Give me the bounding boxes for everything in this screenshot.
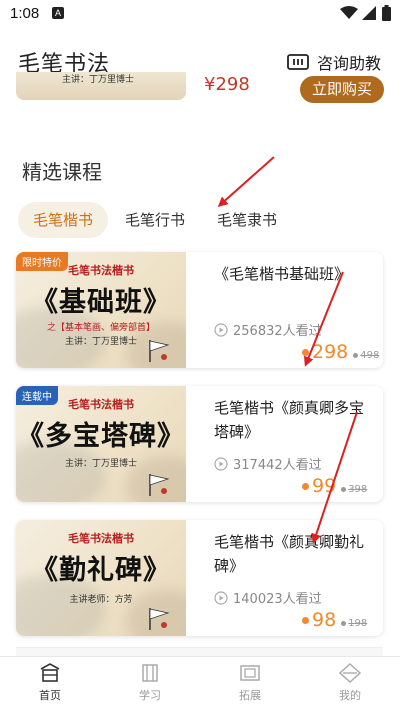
category-tabs: 毛笔楷书 毛笔行书 毛笔隶书 — [18, 202, 294, 238]
course-card[interactable]: 毛笔书法楷书 《基础班》 之【基本笔画、偏旁部首】 主讲：丁万里博士 限时特价 … — [16, 252, 383, 368]
tab-lishu[interactable]: 毛笔隶书 — [202, 202, 292, 238]
views-count: 140023人看过 — [233, 592, 322, 607]
course-price: 99 398 — [302, 475, 367, 497]
current-price: 98 — [312, 609, 337, 631]
calligraphy-flag-decoration — [149, 474, 170, 496]
consult-tutor-button[interactable]: 咨询助教 — [287, 50, 381, 74]
nav-home[interactable]: 首页 — [0, 657, 100, 711]
course-title: 《毛笔楷书基础班》 — [214, 265, 350, 283]
cover-lecturer: 主讲：丁万里博士 — [64, 459, 137, 469]
consult-label: 咨询助教 — [317, 54, 382, 73]
home-icon — [40, 663, 60, 682]
wifi-icon — [340, 6, 358, 19]
course-views: 317442人看过 — [214, 454, 322, 473]
nav-label-home: 首页 — [39, 689, 61, 702]
course-card[interactable]: 毛笔书法楷书 《勤礼碑》 主讲老师：方芳 毛笔楷书《颜真卿勤礼碑》 140023… — [16, 520, 383, 636]
course-price: 298 498 — [302, 341, 379, 363]
nav-study[interactable]: 学习 — [100, 657, 200, 711]
status-bar: 1:08 A — [0, 0, 400, 28]
original-price: 398 — [348, 484, 368, 495]
cover-lecturer: 主讲老师：方芳 — [69, 595, 133, 605]
views-count: 317442人看过 — [233, 458, 322, 473]
play-icon — [214, 590, 228, 605]
current-price: 298 — [312, 341, 349, 363]
status-badge: 连载中 — [16, 386, 58, 405]
play-icon — [214, 456, 228, 471]
course-price: 98 198 — [302, 609, 367, 631]
annotation-arrow — [217, 156, 275, 207]
featured-lecturer-caption: 主讲：丁万里博士 — [62, 75, 135, 85]
tab-xingshu[interactable]: 毛笔行书 — [110, 202, 200, 238]
course-card[interactable]: 毛笔书法楷书 《多宝塔碑》 主讲：丁万里博士 连载中 毛笔楷书《颜真卿多宝塔碑》… — [16, 386, 383, 502]
cover-title: 《多宝塔碑》 — [17, 421, 185, 452]
nav-label-profile: 我的 — [339, 689, 361, 702]
profile-icon — [339, 663, 361, 683]
bottom-navigation: 首页 学习 拓展 我的 — [0, 656, 400, 711]
notification-icon: A — [52, 7, 64, 19]
nav-expand[interactable]: 拓展 — [200, 657, 300, 711]
cover-title: 《基础班》 — [31, 287, 171, 318]
buy-now-button[interactable]: 立即购买 — [300, 76, 384, 103]
course-views: 256832人看过 — [214, 320, 322, 339]
featured-course-bar: 主讲：丁万里博士 ¥298 立即购买 — [0, 72, 400, 103]
course-cover: 毛笔书法楷书 《勤礼碑》 主讲老师：方芳 — [16, 520, 186, 636]
course-title: 毛笔楷书《颜真卿多宝塔碑》 — [214, 399, 365, 441]
status-badge: 限时特价 — [16, 252, 68, 271]
original-price: 498 — [360, 350, 380, 361]
cover-series: 毛笔书法楷书 — [68, 532, 134, 545]
chat-box-icon — [287, 54, 309, 70]
views-count: 256832人看过 — [233, 324, 322, 339]
course-title: 毛笔楷书《颜真卿勤礼碑》 — [214, 533, 365, 575]
signal-icon — [362, 6, 376, 20]
section-title: 精选课程 — [22, 160, 102, 184]
status-time: 1:08 — [10, 5, 40, 22]
calligraphy-flag-decoration — [149, 608, 170, 630]
featured-price: ¥298 — [204, 74, 250, 95]
course-views: 140023人看过 — [214, 588, 322, 607]
battery-icon — [382, 5, 391, 21]
play-icon — [214, 322, 228, 337]
book-icon — [142, 664, 158, 682]
scroll-icon — [240, 665, 260, 681]
nav-profile[interactable]: 我的 — [300, 657, 400, 711]
calligraphy-flag-decoration — [149, 340, 170, 362]
nav-label-expand: 拓展 — [239, 689, 261, 702]
current-price: 99 — [312, 475, 337, 497]
original-price: 198 — [348, 618, 368, 629]
tab-kaishu[interactable]: 毛笔楷书 — [18, 202, 109, 238]
cover-title: 《勤礼碑》 — [31, 555, 171, 586]
nav-label-study: 学习 — [139, 689, 161, 702]
cover-subtitle: 之【基本笔画、偏旁部首】 — [46, 323, 155, 333]
featured-course-thumbnail[interactable]: 主讲：丁万里博士 — [16, 72, 186, 100]
